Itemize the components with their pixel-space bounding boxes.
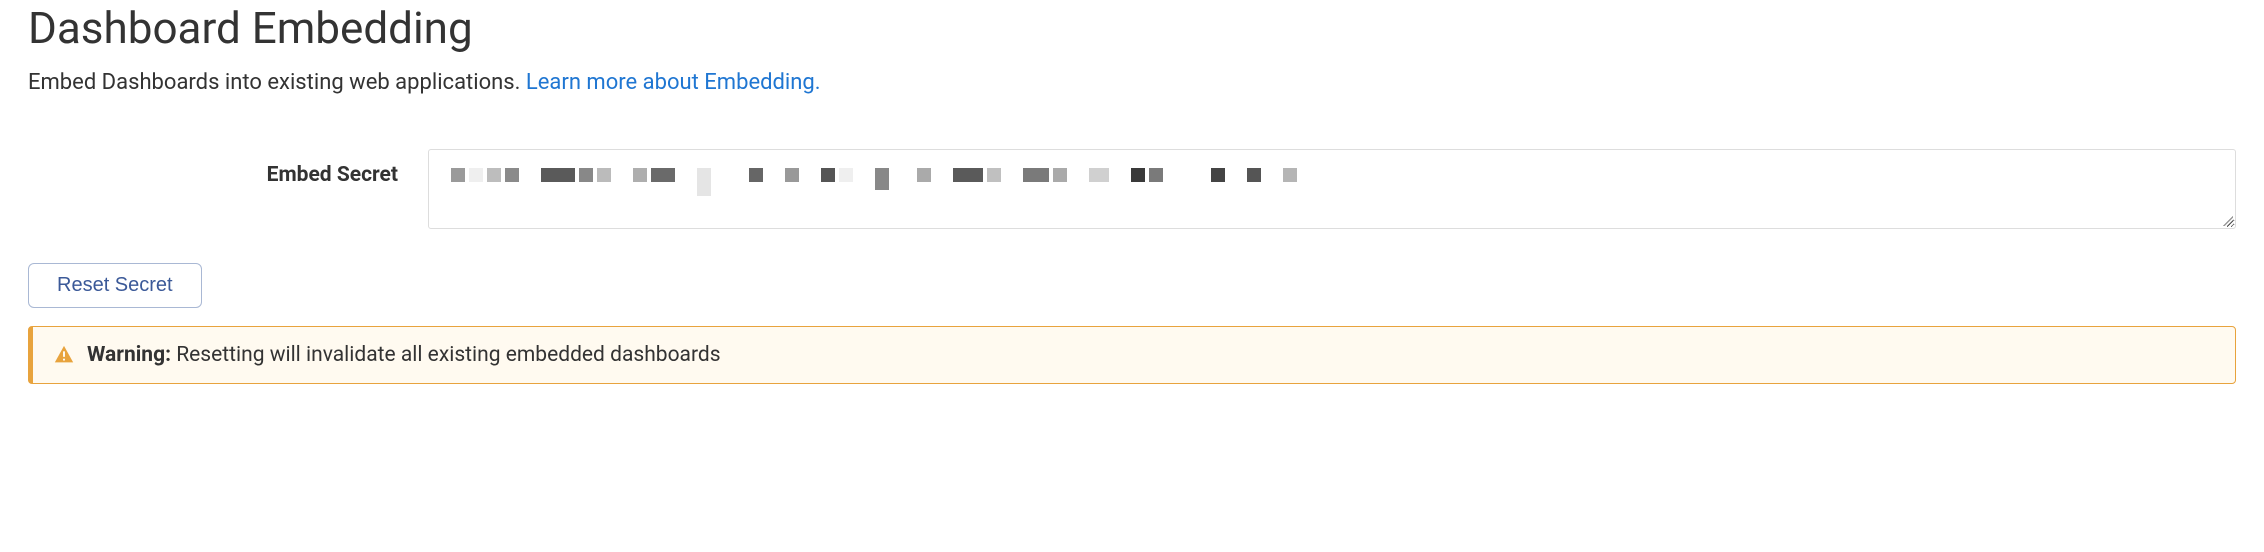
warning-banner: Warning: Resetting will invalidate all e… <box>28 326 2236 384</box>
embed-secret-row: Embed Secret <box>28 149 2236 229</box>
page-title: Dashboard Embedding <box>28 2 2236 54</box>
redacted-secret <box>451 168 2213 196</box>
learn-more-link[interactable]: Learn more about Embedding. <box>526 70 821 95</box>
warning-text: Resetting will invalidate all existing e… <box>171 343 721 367</box>
warning-label: Warning: <box>87 343 171 367</box>
subtitle: Embed Dashboards into existing web appli… <box>28 70 2236 95</box>
embed-secret-input[interactable] <box>428 149 2236 229</box>
reset-secret-button[interactable]: Reset Secret <box>28 263 202 308</box>
warning-text-container: Warning: Resetting will invalidate all e… <box>87 343 721 367</box>
embed-secret-label: Embed Secret <box>28 149 428 187</box>
warning-icon <box>53 344 75 366</box>
subtitle-text: Embed Dashboards into existing web appli… <box>28 70 526 95</box>
